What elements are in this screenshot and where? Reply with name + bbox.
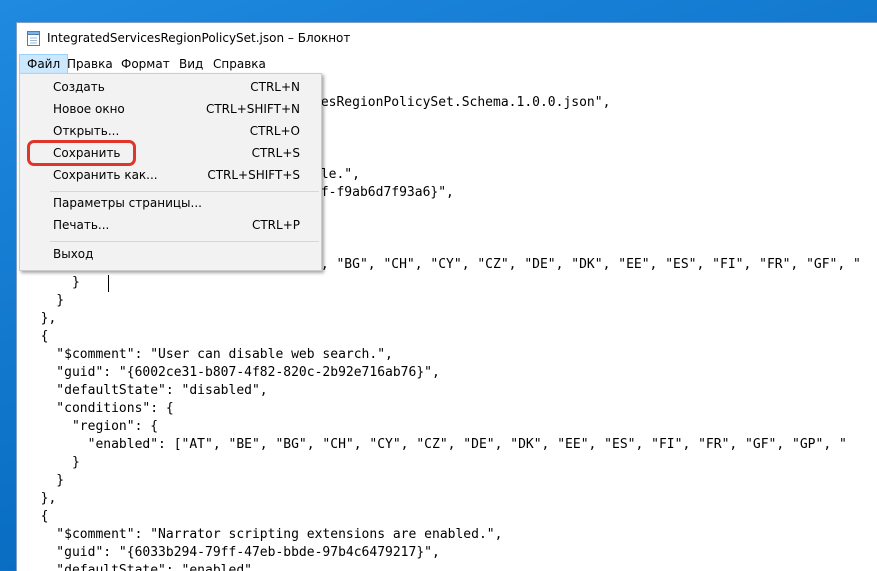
menu-item-label: Параметры страницы... bbox=[53, 196, 202, 210]
editor-line: cesRegionPolicySet.Schema.1.0.0.json", bbox=[313, 95, 611, 110]
editor-line: } bbox=[25, 455, 80, 470]
editor-line: ", "BG", "CH", "CY", "CZ", "DE", "DK", "… bbox=[313, 257, 861, 272]
menu-item-shortcut: CTRL+SHIFT+S bbox=[207, 168, 300, 182]
notepad-icon bbox=[27, 31, 40, 46]
menu-view[interactable]: Вид bbox=[172, 54, 210, 74]
editor-line: "$comment": "User can disable web search… bbox=[25, 347, 393, 362]
editor-line: "guid": "{6002ce31-b807-4f82-820c-2b92e7… bbox=[25, 365, 440, 380]
editor-line: 2f-f9ab6d7f93a6}", bbox=[313, 185, 454, 200]
editor-line: } bbox=[25, 293, 65, 308]
editor-line: "defaultState": "disabled", bbox=[25, 383, 268, 398]
menu-item-shortcut: CTRL+O bbox=[249, 124, 300, 138]
menu-item-label: Открыть... bbox=[53, 124, 120, 138]
editor-line: "$comment": "Narrator scripting extensio… bbox=[25, 527, 503, 542]
editor-line: }, bbox=[25, 311, 57, 326]
menu-item-label: Печать... bbox=[53, 218, 110, 232]
save-highlight-annotation bbox=[27, 140, 136, 166]
editor-line: "guid": "{6033b294-79ff-47eb-bbde-97b4c6… bbox=[25, 545, 440, 560]
menu-edit[interactable]: Правка bbox=[60, 54, 120, 74]
text-caret bbox=[108, 275, 109, 292]
editor-line: } bbox=[25, 275, 80, 290]
menu-item-shortcut: CTRL+P bbox=[251, 218, 300, 232]
menu-item-label: Создать bbox=[53, 80, 105, 94]
menu-item-label: Сохранить как... bbox=[53, 168, 158, 182]
menu-item-shortcut: CTRL+N bbox=[250, 80, 300, 94]
menu-item-label: Новое окно bbox=[53, 102, 125, 116]
menu-bar: Файл Правка Формат Вид Справка bbox=[17, 54, 877, 74]
editor-line: "enabled": ["AT", "BE", "BG", "CH", "CY"… bbox=[25, 437, 847, 452]
editor-line: "conditions": { bbox=[25, 401, 174, 416]
editor-line: { bbox=[25, 509, 49, 524]
editor-line: }, bbox=[25, 491, 57, 506]
menu-format[interactable]: Формат bbox=[114, 54, 177, 74]
menu-separator bbox=[50, 241, 319, 242]
menu-item-shortcut: CTRL+S bbox=[251, 146, 300, 160]
file-menu-new-window[interactable]: Новое окно CTRL+SHIFT+N bbox=[20, 99, 321, 121]
editor-line: { bbox=[25, 329, 49, 344]
window-title: IntegratedServicesRegionPolicySet.json –… bbox=[47, 31, 351, 45]
file-menu-save-as[interactable]: Сохранить как... CTRL+SHIFT+S bbox=[20, 165, 321, 187]
title-bar[interactable]: IntegratedServicesRegionPolicySet.json –… bbox=[17, 23, 877, 54]
file-menu-page-setup[interactable]: Параметры страницы... bbox=[20, 193, 321, 215]
file-menu-exit[interactable]: Выход bbox=[20, 244, 321, 266]
editor-line: "region": { bbox=[25, 419, 159, 434]
file-menu-dropdown: Создать CTRL+N Новое окно CTRL+SHIFT+N О… bbox=[19, 73, 322, 271]
menu-help[interactable]: Справка bbox=[206, 54, 273, 74]
file-menu-print[interactable]: Печать... CTRL+P bbox=[20, 215, 321, 237]
editor-line: } bbox=[25, 473, 65, 488]
menu-item-label: Выход bbox=[53, 247, 94, 261]
menu-separator bbox=[50, 191, 319, 192]
file-menu-create[interactable]: Создать CTRL+N bbox=[20, 77, 321, 99]
menu-item-shortcut: CTRL+SHIFT+N bbox=[205, 102, 300, 116]
